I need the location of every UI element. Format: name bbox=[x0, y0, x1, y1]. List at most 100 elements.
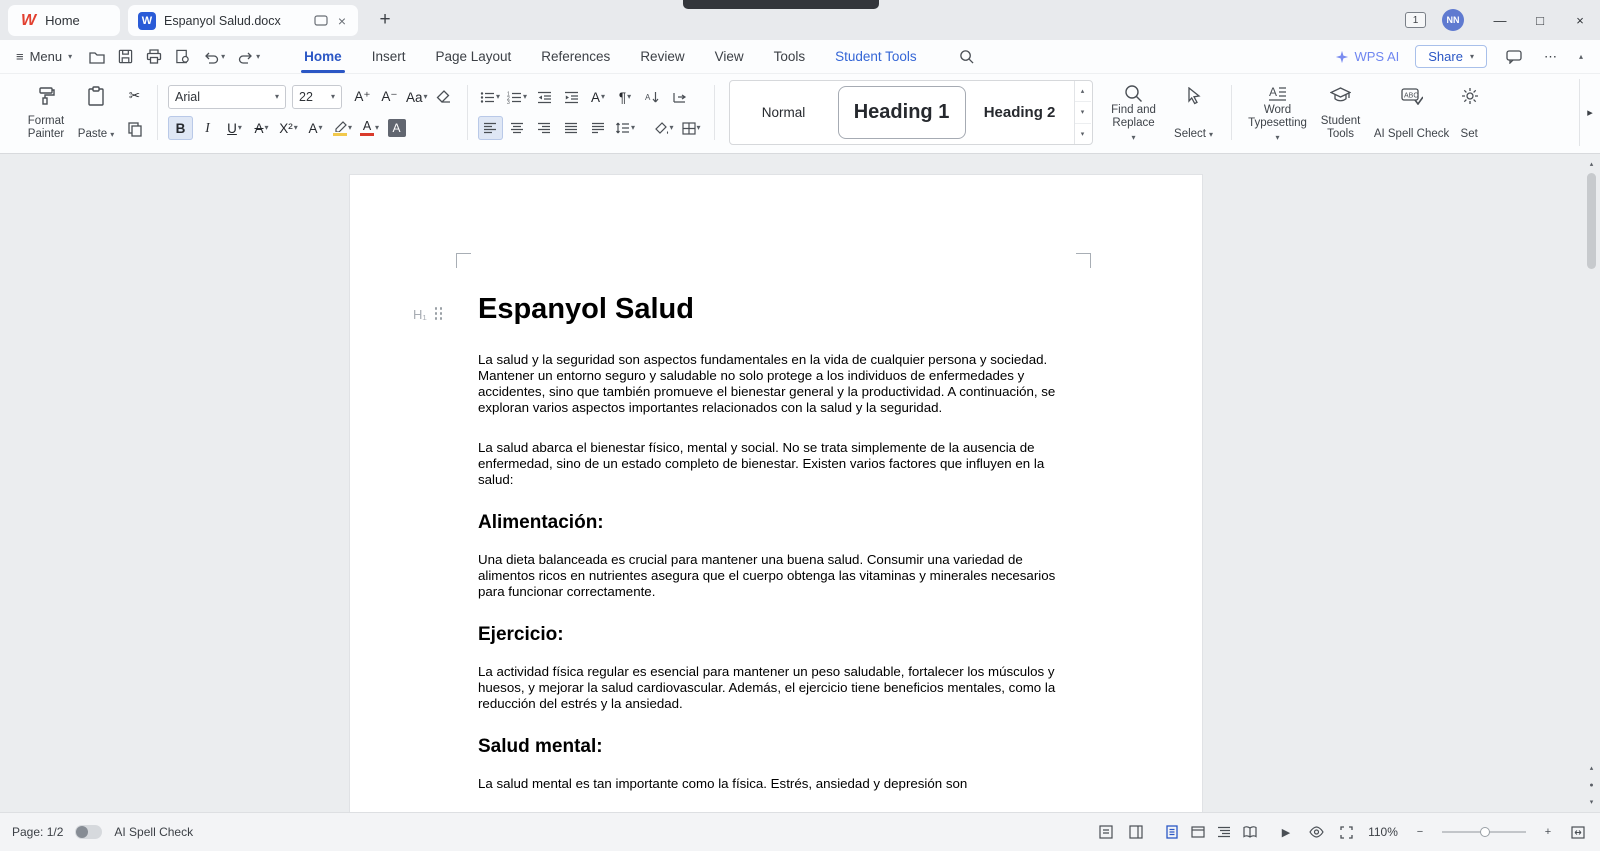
borders-button[interactable]: ▾ bbox=[679, 116, 704, 140]
format-painter-button[interactable]: Format Painter bbox=[20, 79, 72, 146]
line-spacing-button[interactable]: ▾ bbox=[613, 116, 638, 140]
menu-button[interactable]: ≡ Menu ▾ bbox=[0, 49, 82, 64]
print-layout-view-button[interactable] bbox=[1162, 822, 1182, 842]
tab-student-tools[interactable]: Student Tools bbox=[820, 40, 932, 73]
change-case-button[interactable]: Aa ▾ bbox=[404, 85, 430, 109]
tab-insert[interactable]: Insert bbox=[357, 40, 421, 73]
sort-button[interactable]: A bbox=[640, 85, 665, 109]
strikethrough-button[interactable]: A ▾ bbox=[249, 116, 274, 140]
font-color-button[interactable]: A ▾ bbox=[357, 116, 382, 140]
wps-ai-button[interactable]: WPS AI bbox=[1335, 49, 1399, 64]
zoom-in-button[interactable]: + bbox=[1538, 822, 1558, 842]
document-content[interactable]: Espanyol Salud La salud y la seguridad s… bbox=[478, 175, 1070, 812]
underline-button[interactable]: U ▾ bbox=[222, 116, 247, 140]
previous-page-button[interactable]: ▴ bbox=[1584, 761, 1599, 775]
justify-button[interactable] bbox=[559, 116, 584, 140]
align-right-button[interactable] bbox=[532, 116, 557, 140]
minimize-button[interactable]: — bbox=[1480, 0, 1520, 40]
reader-view-button[interactable] bbox=[1240, 822, 1260, 842]
align-left-button[interactable] bbox=[477, 116, 503, 140]
superscript-button[interactable]: X² ▾ bbox=[276, 116, 301, 140]
fit-page-button[interactable] bbox=[1568, 822, 1588, 842]
text-effect-style-button[interactable]: A ▾ bbox=[586, 85, 611, 109]
scrollbar-thumb[interactable] bbox=[1587, 173, 1596, 269]
full-screen-button[interactable] bbox=[1336, 822, 1356, 842]
student-tools-button[interactable]: Student Tools bbox=[1314, 79, 1368, 146]
ai-spell-check-button[interactable]: ABC AI Spell Check bbox=[1368, 79, 1456, 146]
highlight-button[interactable]: ▾ bbox=[330, 116, 355, 140]
copy-button[interactable] bbox=[122, 117, 147, 141]
bold-button[interactable]: B bbox=[168, 116, 193, 140]
web-layout-view-button[interactable] bbox=[1188, 822, 1208, 842]
tab-view[interactable]: View bbox=[700, 40, 759, 73]
comments-button[interactable] bbox=[1503, 45, 1525, 69]
clear-format-button[interactable] bbox=[432, 85, 457, 109]
word-typesetting-button[interactable]: A Word Typesetting ▾ bbox=[1242, 79, 1314, 146]
font-size-select[interactable]: 22 ▾ bbox=[292, 85, 342, 109]
zoom-percent[interactable]: 110% bbox=[1366, 825, 1400, 839]
zoom-slider[interactable] bbox=[1442, 827, 1526, 837]
tab-tools[interactable]: Tools bbox=[759, 40, 821, 73]
side-pane-button[interactable] bbox=[1126, 822, 1146, 842]
zoom-out-button[interactable]: − bbox=[1410, 822, 1430, 842]
new-tab-button[interactable]: + bbox=[372, 7, 398, 33]
print-preview-button[interactable] bbox=[172, 45, 193, 69]
document-tab[interactable]: W Espanyol Salud.docx × bbox=[128, 5, 358, 36]
increase-indent-button[interactable] bbox=[559, 85, 584, 109]
style-heading2[interactable]: Heading 2 bbox=[966, 81, 1074, 144]
tab-home[interactable]: Home bbox=[289, 40, 357, 73]
cut-button[interactable]: ✂ bbox=[122, 84, 147, 108]
play-presentation-button[interactable]: ▶ bbox=[1276, 822, 1296, 842]
select-browse-object-button[interactable]: ● bbox=[1584, 778, 1599, 792]
decrease-indent-button[interactable] bbox=[532, 85, 557, 109]
show-marks-button[interactable]: ¶ ▾ bbox=[613, 85, 638, 109]
tab-settings-button[interactable] bbox=[667, 85, 692, 109]
italic-button[interactable]: I bbox=[195, 116, 220, 140]
shrink-font-button[interactable]: A⁻ bbox=[377, 85, 402, 109]
find-replace-button[interactable]: Find and Replace ▾ bbox=[1101, 79, 1167, 146]
task-pane-button[interactable] bbox=[1096, 822, 1116, 842]
tab-review[interactable]: Review bbox=[625, 40, 699, 73]
zoom-slider-thumb[interactable] bbox=[1480, 827, 1490, 837]
vertical-scrollbar[interactable]: ▴ ▴ ● ▾ bbox=[1584, 157, 1599, 809]
tab-page-layout[interactable]: Page Layout bbox=[420, 40, 526, 73]
bullets-button[interactable]: ▾ bbox=[478, 85, 503, 109]
collapse-ribbon-button[interactable]: ▴ bbox=[1576, 45, 1586, 69]
eye-protection-button[interactable] bbox=[1306, 822, 1326, 842]
style-scroll-down-button[interactable]: ▾ bbox=[1074, 102, 1091, 124]
next-page-button[interactable]: ▾ bbox=[1584, 795, 1599, 809]
page[interactable]: H₁ Espanyol Salud La salud y la segurida… bbox=[349, 174, 1203, 812]
shading-button[interactable]: ▾ bbox=[652, 116, 677, 140]
maximize-button[interactable]: □ bbox=[1520, 0, 1560, 40]
paste-button[interactable]: Paste ▾ bbox=[72, 79, 120, 146]
save-button[interactable] bbox=[115, 45, 136, 69]
tab-close-icon[interactable]: × bbox=[336, 13, 348, 29]
grow-font-button[interactable]: A⁺ bbox=[350, 85, 375, 109]
more-button[interactable]: ⋯ bbox=[1541, 45, 1560, 69]
outline-view-button[interactable] bbox=[1214, 822, 1234, 842]
search-button[interactable] bbox=[956, 45, 977, 69]
close-button[interactable]: × bbox=[1560, 0, 1600, 40]
scroll-up-button[interactable]: ▴ bbox=[1584, 157, 1599, 171]
font-family-select[interactable]: Arial ▾ bbox=[168, 85, 286, 109]
window-count-badge[interactable]: 1 bbox=[1405, 12, 1426, 28]
character-shading-button[interactable]: A bbox=[384, 116, 409, 140]
numbering-button[interactable]: 1 2 3 ▾ bbox=[505, 85, 530, 109]
align-center-button[interactable] bbox=[505, 116, 530, 140]
style-scroll-up-button[interactable]: ▴ bbox=[1074, 81, 1091, 103]
distribute-button[interactable] bbox=[586, 116, 611, 140]
ribbon-overflow-button[interactable]: ▸ bbox=[1579, 79, 1600, 146]
text-effects-button[interactable]: A ▾ bbox=[303, 116, 328, 140]
spellcheck-toggle[interactable] bbox=[75, 825, 103, 839]
style-normal[interactable]: Normal bbox=[730, 81, 838, 144]
heading-drag-handle[interactable]: H₁ bbox=[413, 307, 445, 322]
style-gallery-expand-button[interactable]: ▾ bbox=[1075, 124, 1091, 144]
redo-button[interactable]: ▾ bbox=[235, 45, 263, 69]
style-heading1[interactable]: Heading 1 bbox=[837, 86, 966, 139]
tab-preview-icon[interactable] bbox=[314, 14, 328, 27]
undo-button[interactable]: ▾ bbox=[200, 45, 228, 69]
settings-button-truncated[interactable]: Set bbox=[1456, 79, 1486, 146]
avatar[interactable]: NN bbox=[1442, 9, 1464, 31]
tab-references[interactable]: References bbox=[526, 40, 625, 73]
home-tab[interactable]: W Home bbox=[8, 5, 120, 36]
